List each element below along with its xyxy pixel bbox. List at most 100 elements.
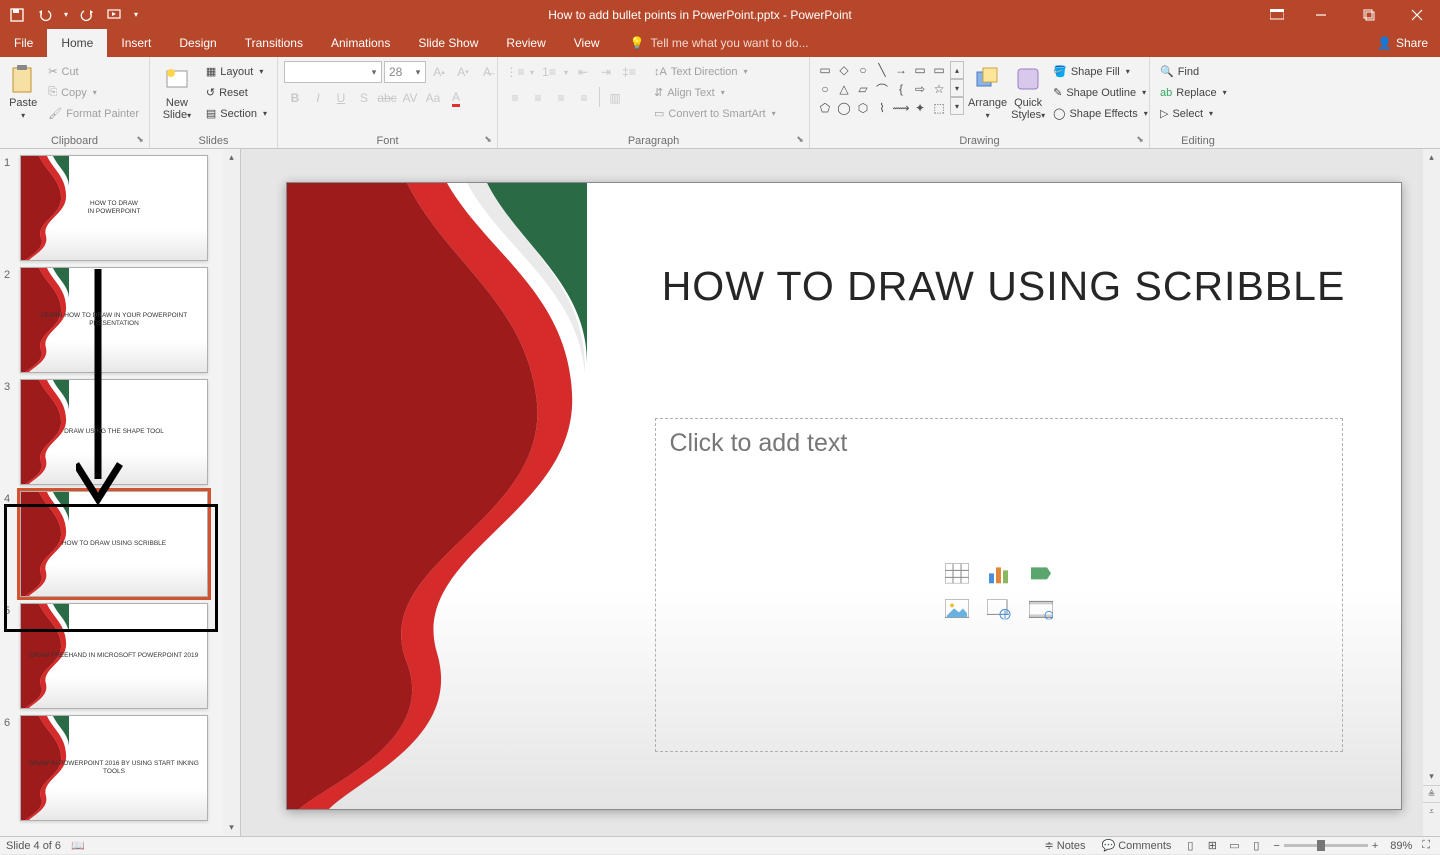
shape-arrow-icon[interactable]: → [892, 61, 910, 79]
maximize-icon[interactable] [1346, 0, 1392, 29]
shape-brace-icon[interactable]: { [892, 80, 910, 98]
zoom-percent[interactable]: 89% [1384, 840, 1418, 852]
ribbon-display-icon[interactable] [1258, 0, 1296, 29]
zoom-track[interactable] [1284, 844, 1368, 847]
bullets-more-icon[interactable]: ▾ [527, 61, 537, 83]
arrange-button[interactable]: Arrange▾ [968, 61, 1007, 121]
scroll-down-icon[interactable]: ▾ [223, 819, 240, 836]
thumbnail-preview[interactable]: DRAW USING THE SHAPE TOOL [20, 379, 208, 485]
shape-hex-icon[interactable]: ○ [816, 80, 834, 98]
shape-rect2-icon[interactable]: ▭ [911, 61, 929, 79]
shape-fill-button[interactable]: 🪣Shape Fill▾ [1049, 61, 1152, 82]
shrink-font-icon[interactable]: A▾ [452, 61, 474, 83]
text-direction-button[interactable]: ↕AText Direction▾ [650, 61, 780, 82]
thumbnail-slide-5[interactable]: 5 DRAW FREEHAND IN MICROSOFT POWERPOINT … [4, 603, 220, 709]
zoom-slider[interactable]: − + [1273, 840, 1378, 852]
thumbnail-preview[interactable]: DRAW IN POWERPOINT 2016 BY USING START I… [20, 715, 208, 821]
shape-tri-icon[interactable]: △ [835, 80, 853, 98]
tab-transitions[interactable]: Transitions [231, 29, 317, 57]
bold-icon[interactable]: B [284, 87, 306, 109]
insert-picture-icon[interactable] [941, 595, 973, 623]
section-button[interactable]: ▤Section▾ [202, 103, 271, 124]
reading-view-icon[interactable]: ▭ [1223, 837, 1245, 855]
tab-animations[interactable]: Animations [317, 29, 404, 57]
content-placeholder[interactable]: Click to add text [655, 418, 1343, 752]
scroll-up-icon[interactable]: ▴ [223, 149, 240, 166]
gallery-more-icon[interactable]: ▾ [950, 97, 964, 115]
shape-line-icon[interactable]: ╲ [873, 61, 891, 79]
gallery-up-icon[interactable]: ▴ [950, 61, 964, 79]
thumbnail-slide-2[interactable]: 2 LEARN HOW TO DRAW IN YOUR POWERPOINT P… [4, 267, 220, 373]
minimize-icon[interactable] [1298, 0, 1344, 29]
chevron-down-icon[interactable]: ▾ [411, 67, 425, 78]
slide-counter[interactable]: Slide 4 of 6 [6, 840, 71, 852]
tell-me-search[interactable]: 💡 Tell me what you want to do... [614, 29, 809, 57]
insert-table-icon[interactable] [941, 559, 973, 587]
thumbnail-preview[interactable]: LEARN HOW TO DRAW IN YOUR POWERPOINT PRE… [20, 267, 208, 373]
share-button[interactable]: 👤 Share [1377, 29, 1440, 57]
thumbnail-scrollbar[interactable]: ▴ ▾ [223, 149, 240, 836]
spellcheck-icon[interactable]: 📖 [71, 839, 85, 852]
shape-s2-icon[interactable]: ◯ [835, 99, 853, 117]
notes-button[interactable]: ≑Notes [1037, 837, 1094, 854]
insert-video-icon[interactable] [1025, 595, 1057, 623]
decrease-indent-icon[interactable]: ⇤ [572, 61, 594, 83]
scroll-down-icon[interactable]: ▾ [1423, 768, 1440, 785]
slide-canvas[interactable]: HOW TO DRAW USING SCRIBBLE Click to add … [286, 182, 1402, 810]
shape-para-icon[interactable]: ▱ [854, 80, 872, 98]
insert-chart-icon[interactable] [983, 559, 1015, 587]
shape-rect3-icon[interactable]: ▭ [930, 61, 948, 79]
shape-callout-icon[interactable]: ◇ [835, 61, 853, 79]
shape-outline-button[interactable]: ✎Shape Outline▾ [1049, 82, 1152, 103]
insert-smartart-icon[interactable] [1025, 559, 1057, 587]
columns-icon[interactable]: ▥ [604, 87, 626, 109]
italic-icon[interactable]: I [307, 87, 329, 109]
slideshow-view-icon[interactable]: ▯ [1245, 837, 1267, 855]
paste-button[interactable]: Paste▾ [6, 61, 40, 121]
shape-s1-icon[interactable]: ⬠ [816, 99, 834, 117]
convert-smartart-button[interactable]: ▭Convert to SmartArt▾ [650, 103, 780, 124]
numbering-icon[interactable]: 1≡ [538, 61, 560, 83]
thumbnail-slide-4[interactable]: 4 HOW TO DRAW USING SCRIBBLE [4, 491, 220, 597]
underline-icon[interactable]: U [330, 87, 352, 109]
clear-formatting-icon[interactable]: A̶ [476, 61, 498, 83]
shape-s7-icon[interactable]: ⬚ [930, 99, 948, 117]
zoom-out-icon[interactable]: − [1273, 840, 1279, 852]
fit-to-window-icon[interactable]: ⛶ [1418, 839, 1434, 852]
shape-effects-button[interactable]: ◯Shape Effects▾ [1049, 103, 1152, 124]
normal-view-icon[interactable]: ▯ [1179, 837, 1201, 855]
drawing-launcher-icon[interactable]: ⬊ [1134, 134, 1146, 146]
scroll-up-icon[interactable]: ▴ [1423, 149, 1440, 166]
font-size-combo[interactable]: ▾ [384, 61, 426, 83]
paragraph-launcher-icon[interactable]: ⬊ [794, 134, 806, 146]
gallery-down-icon[interactable]: ▾ [950, 79, 964, 97]
undo-icon[interactable] [32, 3, 58, 27]
font-name-input[interactable] [285, 65, 367, 79]
sorter-view-icon[interactable]: ⊞ [1201, 837, 1223, 855]
comments-button[interactable]: 💬Comments [1094, 837, 1180, 854]
tab-file[interactable]: File [0, 29, 47, 57]
char-spacing-icon[interactable]: AV [399, 87, 421, 109]
thumbnail-preview[interactable]: HOW TO DRAW USING SCRIBBLE [20, 491, 208, 597]
reset-button[interactable]: ↺Reset [202, 82, 271, 103]
align-right-icon[interactable]: ≡ [550, 87, 572, 109]
format-painter-button[interactable]: 🖌Format Painter [44, 103, 143, 124]
thumbnail-preview[interactable]: HOW TO DRAWIN POWERPOINT [20, 155, 208, 261]
zoom-in-icon[interactable]: + [1372, 840, 1378, 852]
tab-insert[interactable]: Insert [107, 29, 165, 57]
thumbnail-preview[interactable]: DRAW FREEHAND IN MICROSOFT POWERPOINT 20… [20, 603, 208, 709]
slide-title[interactable]: HOW TO DRAW USING SCRIBBLE [647, 263, 1361, 310]
change-case-icon[interactable]: Aa [422, 87, 444, 109]
next-slide-icon[interactable]: ⩡ [1423, 802, 1440, 819]
replace-button[interactable]: abReplace▾ [1156, 82, 1231, 103]
copy-button[interactable]: ⎘Copy▾ [44, 82, 143, 103]
thumbnail-slide-6[interactable]: 6 DRAW IN POWERPOINT 2016 BY USING START… [4, 715, 220, 821]
thumbnail-slide-1[interactable]: 1 HOW TO DRAWIN POWERPOINT [4, 155, 220, 261]
shape-s4-icon[interactable]: ⌇ [873, 99, 891, 117]
line-spacing-icon[interactable]: ‡≡ [618, 61, 640, 83]
increase-indent-icon[interactable]: ⇥ [595, 61, 617, 83]
font-color-icon[interactable]: A [445, 87, 467, 109]
tab-home[interactable]: Home [47, 29, 107, 57]
bullets-icon[interactable]: ⋮≡ [504, 61, 526, 83]
shape-arrow2-icon[interactable]: ⇨ [911, 80, 929, 98]
